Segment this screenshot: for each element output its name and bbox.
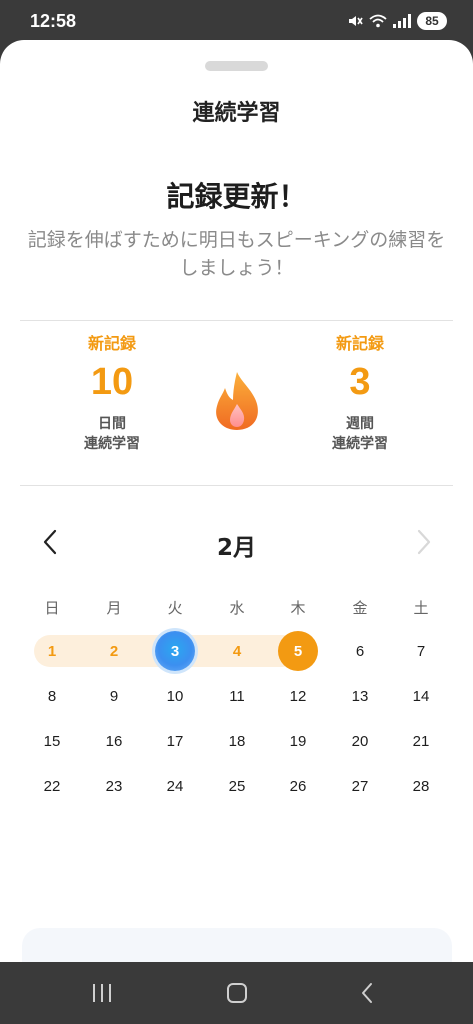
sheet-drag-handle[interactable] — [205, 61, 268, 71]
day-streak-label: 日間 連続学習 — [52, 414, 172, 454]
calendar-day-28[interactable]: 28 — [401, 766, 441, 806]
calendar-day-1[interactable]: 1 — [32, 631, 72, 671]
calendar-day-25[interactable]: 25 — [217, 766, 257, 806]
next-month-button[interactable] — [410, 525, 438, 559]
divider-bottom — [20, 485, 453, 486]
status-bar: 12:58 85 — [0, 0, 473, 44]
calendar-day-2[interactable]: 2 — [94, 631, 134, 671]
calendar-day-15[interactable]: 15 — [32, 721, 72, 761]
calendar-day-20[interactable]: 20 — [340, 721, 380, 761]
weekday-tue: 火 — [167, 599, 183, 617]
calendar-day-7[interactable]: 7 — [401, 631, 441, 671]
navigation-bar — [0, 962, 473, 1024]
day-streak-unit: 日間 — [98, 416, 126, 432]
weekday-sun: 日 — [44, 599, 60, 617]
calendar-day-23[interactable]: 23 — [94, 766, 134, 806]
recent-apps-button[interactable] — [93, 984, 111, 1002]
day-streak-stat: 新記録 10 日間 連続学習 — [52, 330, 172, 454]
calendar-day-26[interactable]: 26 — [278, 766, 318, 806]
calendar-day-18[interactable]: 18 — [217, 721, 257, 761]
battery-indicator: 85 — [417, 12, 447, 30]
weekday-thu: 木 — [290, 599, 306, 617]
calendar-day-14[interactable]: 14 — [401, 676, 441, 716]
weekday-fri: 金 — [352, 599, 368, 617]
calendar-day-21[interactable]: 21 — [401, 721, 441, 761]
status-icons: 85 — [347, 12, 447, 30]
week-streak-stat: 新記録 3 週間 連続学習 — [300, 330, 420, 454]
calendar-day-9[interactable]: 9 — [94, 676, 134, 716]
calendar-day-17[interactable]: 17 — [155, 721, 195, 761]
week-streak-caption: 連続学習 — [332, 436, 388, 452]
day-streak-value: 10 — [90, 361, 134, 403]
mute-icon — [349, 16, 363, 26]
calendar-day-24[interactable]: 24 — [155, 766, 195, 806]
flame-icon — [216, 372, 258, 430]
weekday-sat: 土 — [413, 599, 429, 617]
headline: 記録更新！ — [166, 180, 307, 213]
calendar-day-22[interactable]: 22 — [32, 766, 72, 806]
calendar-day-8[interactable]: 8 — [32, 676, 72, 716]
divider-top — [20, 320, 453, 321]
bottom-card — [22, 928, 452, 962]
week-streak-badge: 新記録 — [335, 334, 384, 353]
home-button[interactable] — [227, 983, 247, 1003]
calendar-day-4[interactable]: 4 — [217, 631, 257, 671]
subtext: 記録を伸ばすために明日もスピーキングの練習をしましょう！ — [27, 229, 446, 279]
calendar-day-16[interactable]: 16 — [94, 721, 134, 761]
sheet-title: 連続学習 — [192, 101, 281, 126]
calendar-day-13[interactable]: 13 — [340, 676, 380, 716]
calendar-day-3[interactable]: 3 — [155, 631, 195, 671]
back-button[interactable] — [360, 982, 374, 1004]
calendar-day-10[interactable]: 10 — [155, 676, 195, 716]
week-streak-label: 週間 連続学習 — [300, 414, 420, 454]
weekday-wed: 水 — [229, 599, 245, 617]
calendar-day-12[interactable]: 12 — [278, 676, 318, 716]
status-time: 12:58 — [30, 11, 77, 31]
calendar-day-5[interactable]: 5 — [278, 631, 318, 671]
day-streak-caption: 連続学習 — [84, 436, 140, 452]
week-streak-unit: 週間 — [346, 416, 374, 432]
calendar-day-19[interactable]: 19 — [278, 721, 318, 761]
calendar-day-27[interactable]: 27 — [340, 766, 380, 806]
calendar-day-11[interactable]: 11 — [217, 676, 257, 716]
day-streak-badge: 新記録 — [87, 334, 136, 353]
weekday-mon: 月 — [106, 599, 122, 617]
calendar-month: 2月 — [216, 535, 256, 561]
chevron-right-icon — [417, 529, 431, 555]
week-streak-value: 3 — [349, 361, 371, 403]
wifi-icon — [369, 14, 387, 28]
streak-sheet: 連続学習 記録更新！ 記録を伸ばすために明日もスピーキングの練習をしましょう！ … — [0, 40, 473, 962]
signal-icon — [393, 14, 411, 28]
calendar-day-6[interactable]: 6 — [340, 631, 380, 671]
